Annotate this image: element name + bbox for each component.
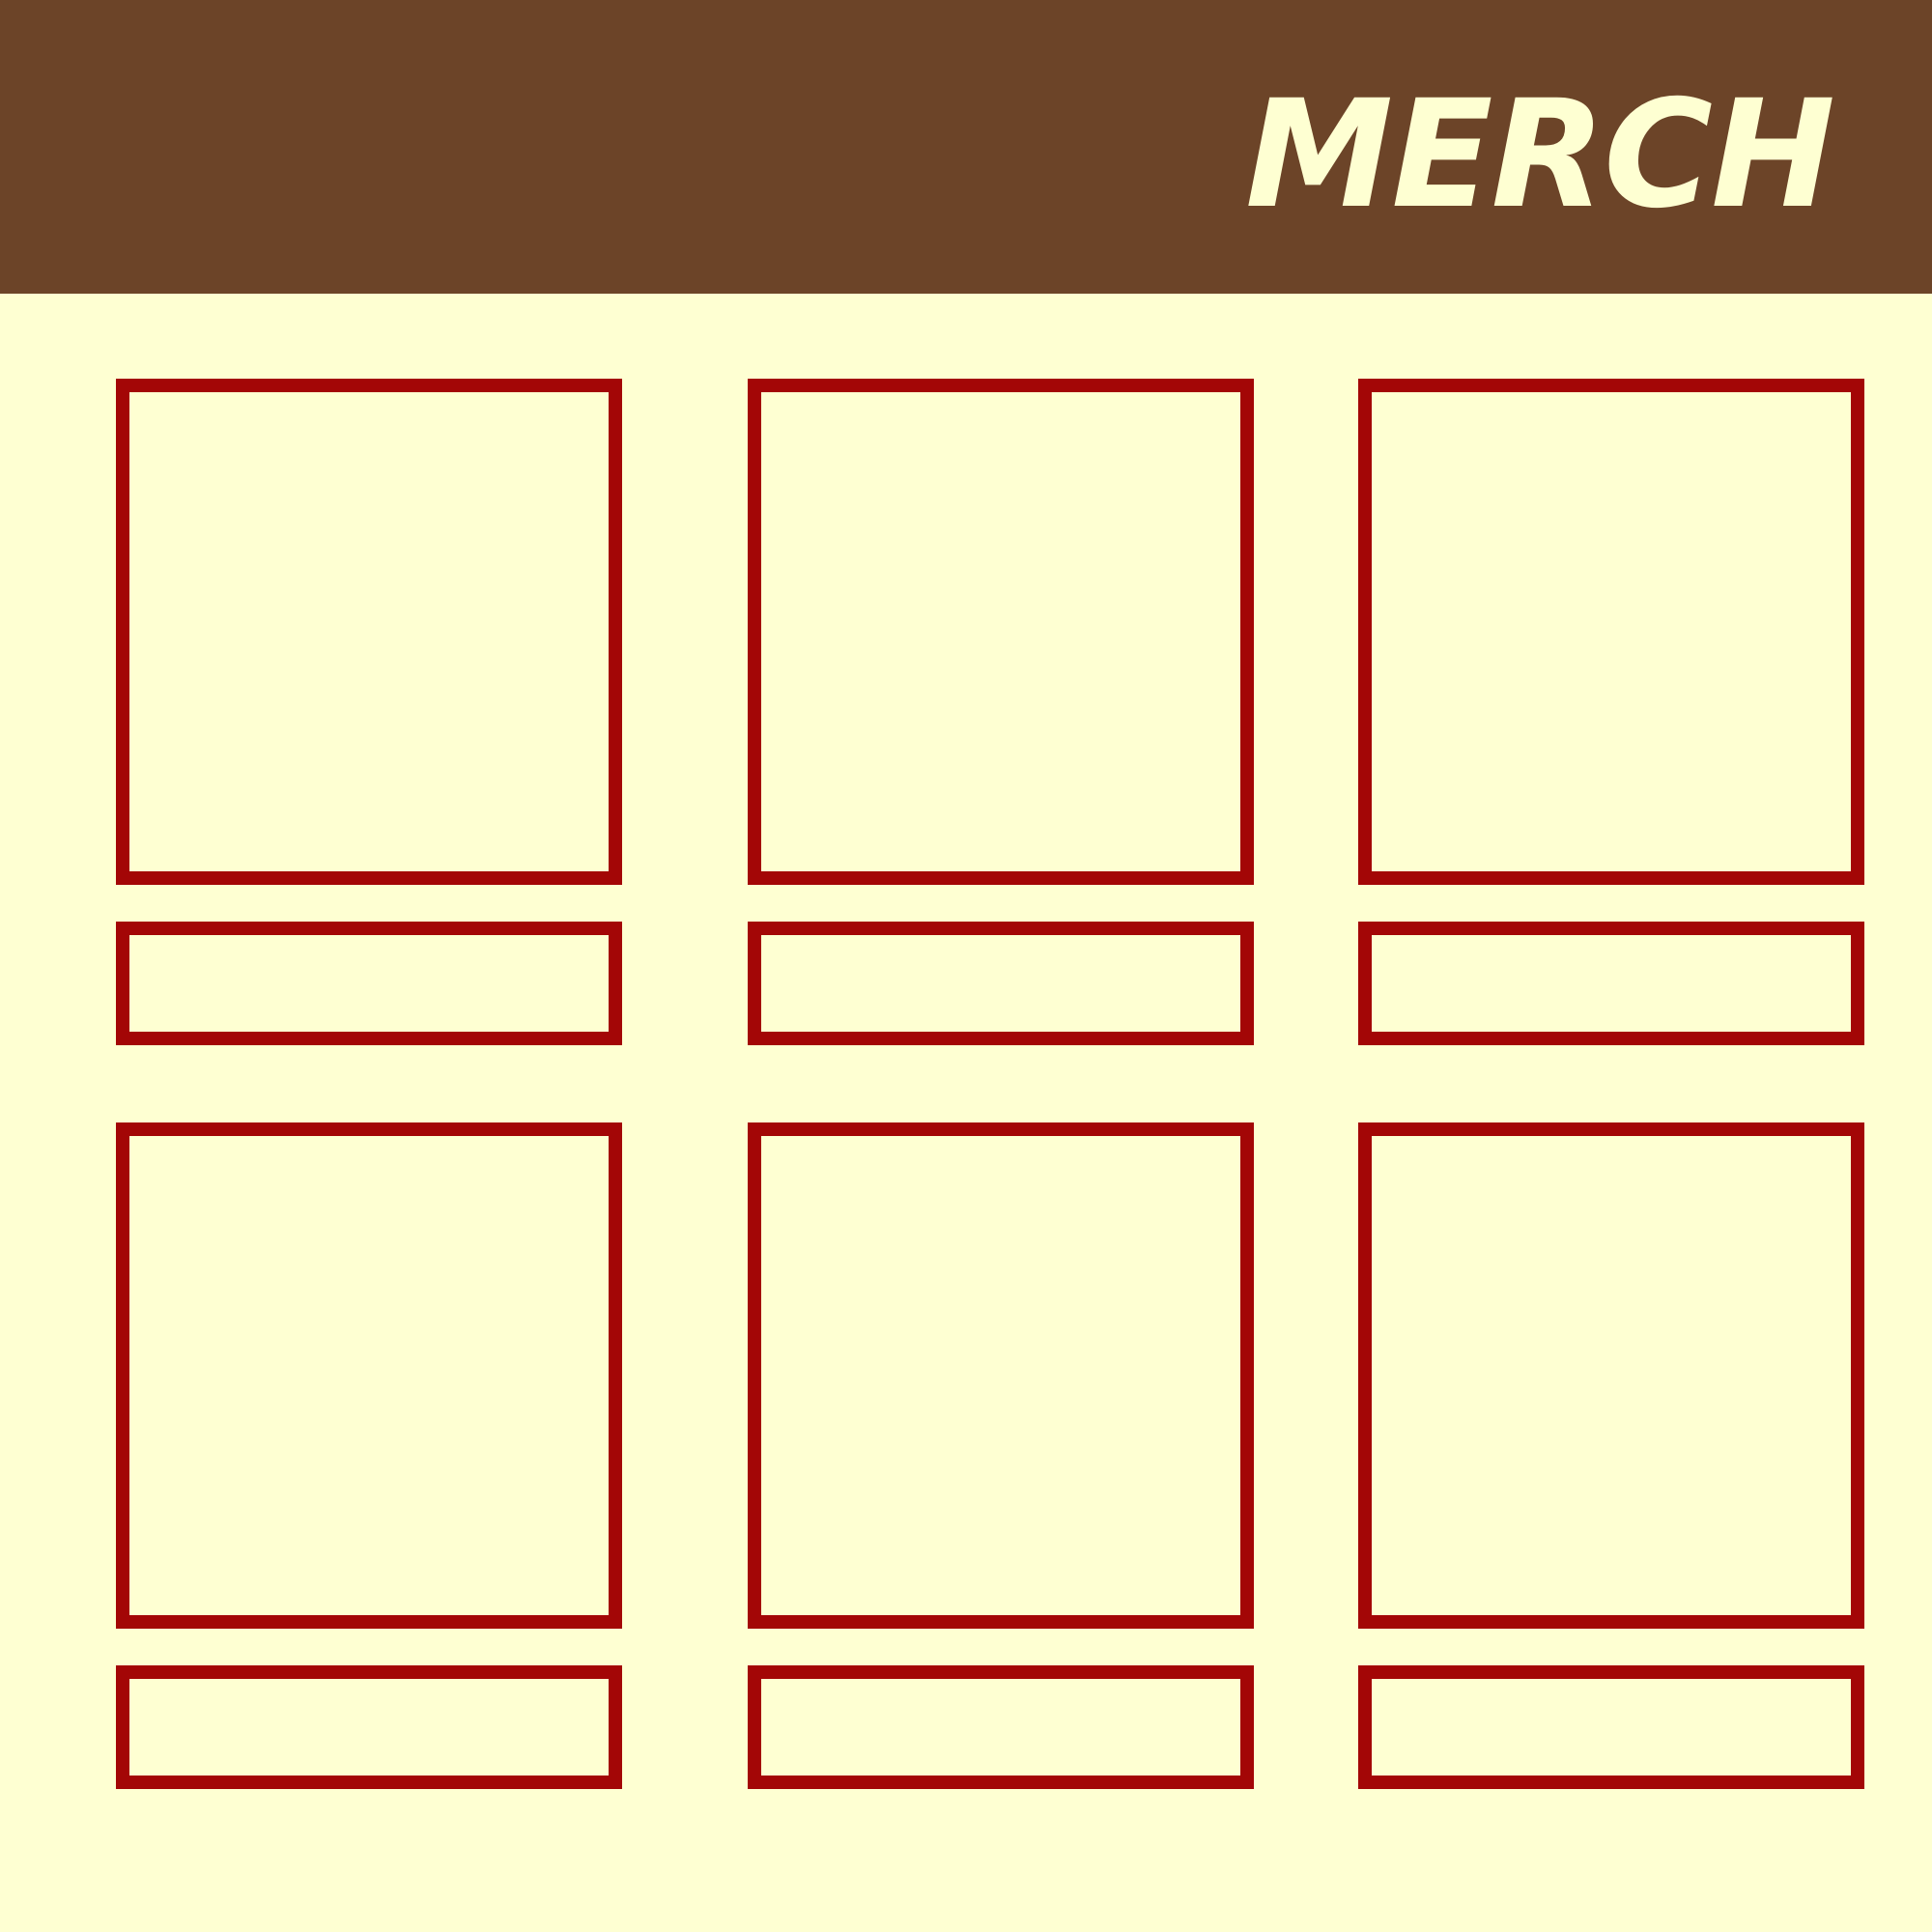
merch-label-slot[interactable] [116,1665,622,1789]
merch-image-slot[interactable] [1358,1122,1864,1629]
merch-label-slot[interactable] [1358,1665,1864,1789]
page-title: MERCH [1245,69,1835,242]
merch-label-slot[interactable] [1358,922,1864,1045]
merch-label-slot[interactable] [748,922,1254,1045]
merch-label-slot[interactable] [116,922,622,1045]
merch-image-slot[interactable] [116,1122,622,1629]
merch-image-slot[interactable] [1358,379,1864,885]
merch-image-slot[interactable] [748,1122,1254,1629]
merch-label-slot[interactable] [748,1665,1254,1789]
merch-image-slot[interactable] [116,379,622,885]
header-bar: MERCH [0,0,1932,294]
merch-image-slot[interactable] [748,379,1254,885]
